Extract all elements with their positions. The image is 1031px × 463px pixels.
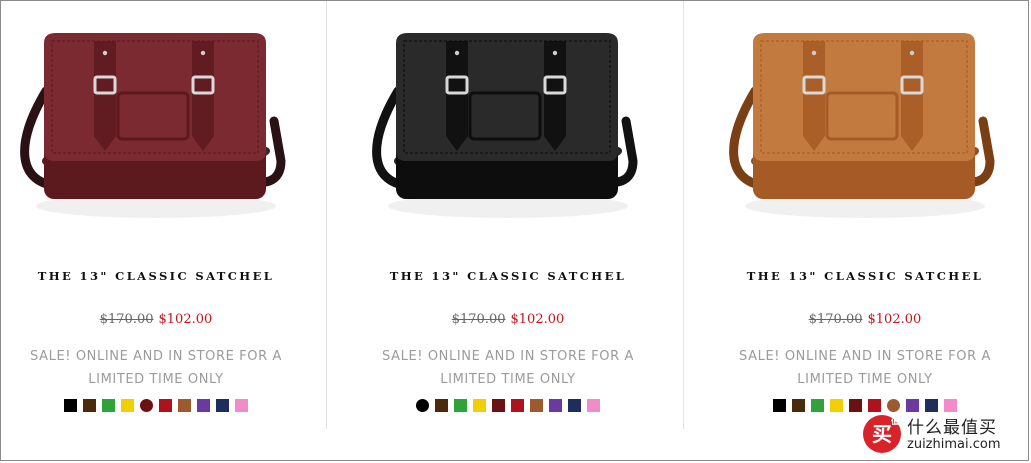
color-swatch[interactable] — [435, 399, 448, 412]
product-image[interactable] — [6, 1, 306, 241]
product-image[interactable] — [358, 1, 658, 241]
promo-line-2: LIMITED TIME ONLY — [440, 372, 576, 387]
color-swatch[interactable] — [773, 399, 786, 412]
product-card[interactable]: THE 13" CLASSIC SATCHEL $170.00 $102.00 S… — [715, 1, 1015, 412]
color-swatch[interactable] — [64, 399, 77, 412]
color-swatches — [6, 399, 306, 412]
column-divider — [326, 1, 327, 429]
original-price: $170.00 — [451, 312, 506, 327]
sale-price: $102.00 — [867, 312, 922, 327]
satchel-illustration — [729, 33, 995, 218]
color-swatch[interactable] — [178, 399, 191, 412]
promo-text: SALE! ONLINE AND IN STORE FOR A LIMITED … — [715, 345, 1015, 391]
color-swatch[interactable] — [549, 399, 562, 412]
color-swatches — [358, 399, 658, 412]
promo-line-1: SALE! ONLINE AND IN STORE FOR A — [739, 349, 991, 364]
product-card[interactable]: THE 13" CLASSIC SATCHEL $170.00 $102.00 S… — [6, 1, 306, 412]
color-swatch[interactable] — [530, 399, 543, 412]
color-swatch[interactable] — [121, 399, 134, 412]
color-swatch[interactable] — [849, 399, 862, 412]
promo-line-2: LIMITED TIME ONLY — [88, 372, 224, 387]
promo-line-2: LIMITED TIME ONLY — [797, 372, 933, 387]
sale-price: $102.00 — [510, 312, 565, 327]
sale-price: $102.00 — [158, 312, 213, 327]
color-swatch[interactable] — [216, 399, 229, 412]
color-swatch[interactable] — [792, 399, 805, 412]
color-swatch[interactable] — [811, 399, 824, 412]
original-price: $170.00 — [99, 312, 154, 327]
color-swatch[interactable] — [235, 399, 248, 412]
product-card[interactable]: THE 13" CLASSIC SATCHEL $170.00 $102.00 S… — [358, 1, 658, 412]
satchel-illustration — [372, 33, 638, 218]
color-swatch[interactable] — [568, 399, 581, 412]
color-swatch[interactable] — [140, 399, 153, 412]
color-swatch[interactable] — [492, 399, 505, 412]
product-price: $170.00 $102.00 — [358, 312, 658, 327]
product-title[interactable]: THE 13" CLASSIC SATCHEL — [715, 269, 1015, 283]
column-divider — [683, 1, 684, 429]
product-price: $170.00 $102.00 — [715, 312, 1015, 327]
promo-line-1: SALE! ONLINE AND IN STORE FOR A — [30, 349, 282, 364]
product-image[interactable] — [715, 1, 1015, 241]
watermark-logo-icon: 买值 — [863, 415, 901, 453]
color-swatch[interactable] — [511, 399, 524, 412]
color-swatch[interactable] — [473, 399, 486, 412]
product-title[interactable]: THE 13" CLASSIC SATCHEL — [6, 269, 306, 283]
watermark-url: zuizhimai.com — [907, 437, 1001, 452]
color-swatch[interactable] — [197, 399, 210, 412]
product-price: $170.00 $102.00 — [6, 312, 306, 327]
color-swatch[interactable] — [830, 399, 843, 412]
color-swatch[interactable] — [159, 399, 172, 412]
promo-line-1: SALE! ONLINE AND IN STORE FOR A — [382, 349, 634, 364]
product-grid: THE 13" CLASSIC SATCHEL $170.00 $102.00 S… — [0, 0, 1029, 461]
color-swatch[interactable] — [83, 399, 96, 412]
color-swatch[interactable] — [416, 399, 429, 412]
promo-text: SALE! ONLINE AND IN STORE FOR A LIMITED … — [6, 345, 306, 391]
promo-text: SALE! ONLINE AND IN STORE FOR A LIMITED … — [358, 345, 658, 391]
product-title[interactable]: THE 13" CLASSIC SATCHEL — [358, 269, 658, 283]
watermark-cn-text: 什么最值买 — [907, 418, 997, 438]
satchel-illustration — [20, 33, 286, 218]
color-swatch[interactable] — [102, 399, 115, 412]
color-swatch[interactable] — [454, 399, 467, 412]
color-swatch[interactable] — [587, 399, 600, 412]
original-price: $170.00 — [808, 312, 863, 327]
site-watermark: 买值 什么最值买 zuizhimai.com — [863, 411, 1028, 461]
